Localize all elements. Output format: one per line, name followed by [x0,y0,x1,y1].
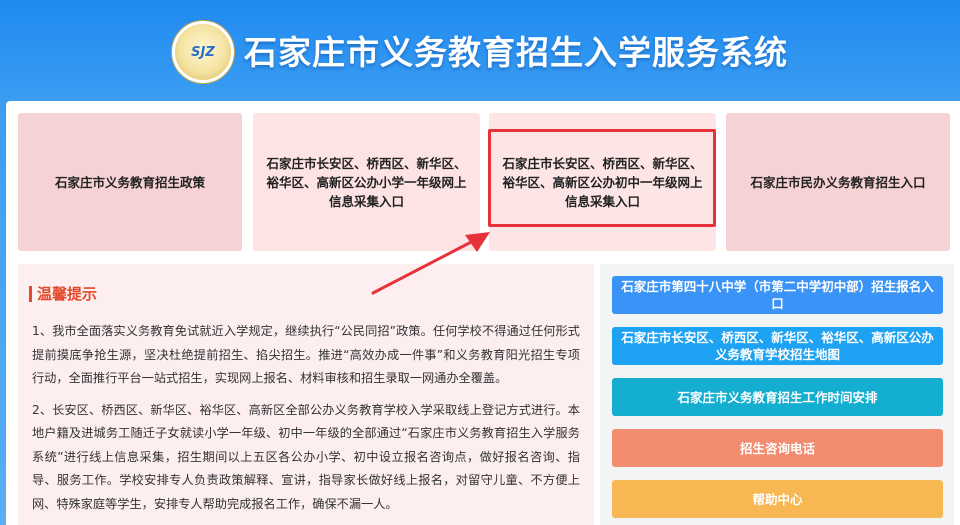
card-label: 石家庄市义务教育招生政策 [54,174,205,190]
site-logo-text: SJZ [191,44,215,60]
page-title: 石家庄市义务教育招生入学服务系统 [244,33,788,72]
card-primary-school-entry[interactable]: 石家庄市长安区、桥西区、新华区、裕华区、高新区公办小学一年级网上信息采集入口 [253,113,480,251]
site-logo: SJZ [172,21,234,83]
school-48-registration-button[interactable]: 石家庄市第四十八中学（市第二中学初中部）招生报名入口 [612,276,943,314]
card-private-school-entry[interactable]: 石家庄市民办义务教育招生入口 [726,113,950,251]
notice-panel: 温馨提示 1、我市全面落实义务教育免试就近入学规定，继续执行“公民同招”政策。任… [18,264,594,525]
notice-paragraph-1: 1、我市全面落实义务教育免试就近入学规定，继续执行“公民同招”政策。任何学校不得… [32,324,580,385]
card-label: 石家庄市长安区、桥西区、新华区、裕华区、高新区公办小学一年级网上信息采集入口 [266,155,467,209]
hotline-button[interactable]: 招生咨询电话 [612,429,943,467]
notice-paragraph-2: 2、长安区、桥西区、新华区、裕华区、高新区全部公办义务教育学校入学采取线上登记方… [32,402,580,511]
enrollment-map-button[interactable]: 石家庄市长安区、桥西区、新华区、裕华区、高新区公办义务教育学校招生地图 [612,327,943,365]
card-junior-high-entry[interactable]: 石家庄市长安区、桥西区、新华区、裕华区、高新区公办初中一年级网上信息采集入口 [489,113,716,251]
card-label: 石家庄市长安区、桥西区、新华区、裕华区、高新区公办初中一年级网上信息采集入口 [502,155,703,209]
main-content: 石家庄市义务教育招生政策 石家庄市长安区、桥西区、新华区、裕华区、高新区公办小学… [6,101,960,525]
help-center-button[interactable]: 帮助中心 [612,480,943,518]
side-button-panel: 石家庄市第四十八中学（市第二中学初中部）招生报名入口 石家庄市长安区、桥西区、新… [600,264,954,525]
card-enrollment-policy[interactable]: 石家庄市义务教育招生政策 [18,113,242,251]
site-header: SJZ 石家庄市义务教育招生入学服务系统 [0,0,960,100]
card-label: 石家庄市民办义务教育招生入口 [750,174,926,190]
schedule-button[interactable]: 石家庄市义务教育招生工作时间安排 [612,378,943,416]
notice-title: 温馨提示 [29,286,580,302]
